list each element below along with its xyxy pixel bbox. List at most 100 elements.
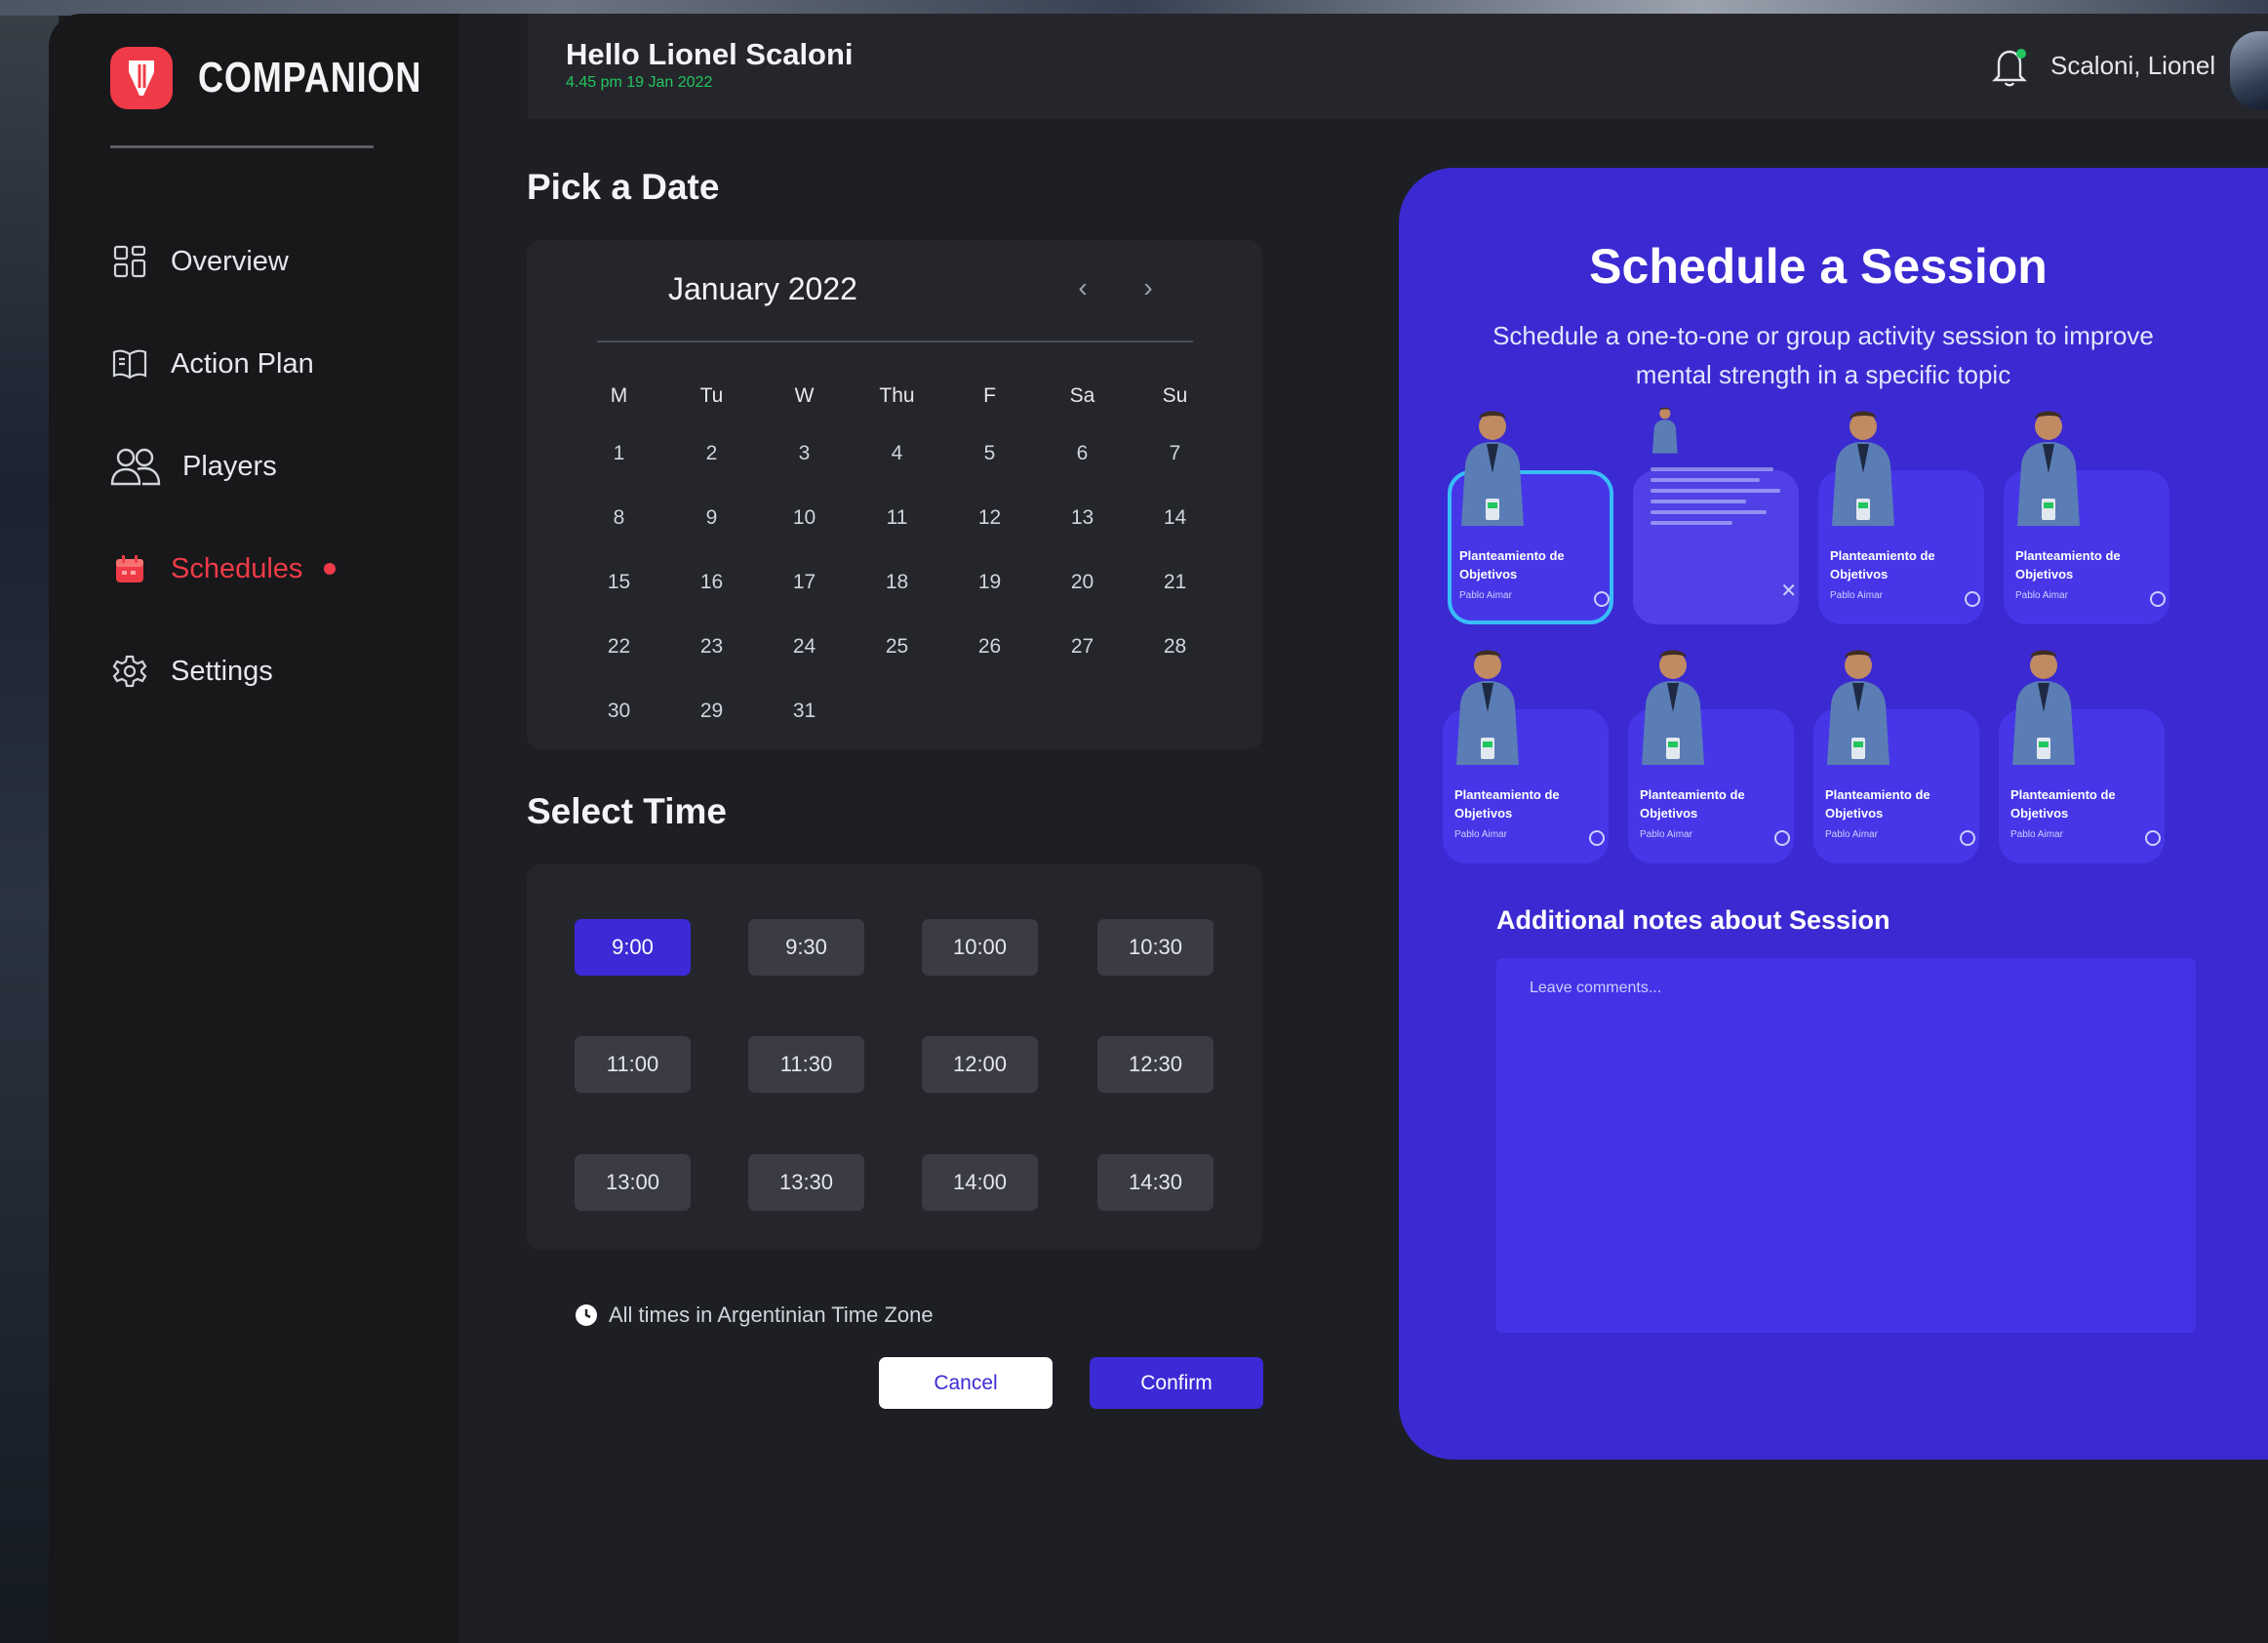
card-title: Planteamiento de Objetivos <box>1459 548 1565 581</box>
sidebar-item-schedules[interactable]: Schedules <box>110 541 337 596</box>
info-icon[interactable] <box>1774 830 1790 846</box>
info-icon[interactable] <box>1589 830 1605 846</box>
current-datetime: 4.45 pm 19 Jan 2022 <box>566 74 713 91</box>
greeting: Hello Lionel Scaloni <box>566 37 854 71</box>
calendar-day[interactable]: 23 <box>665 635 758 659</box>
top-header: Hello Lionel Scaloni 4.45 pm 19 Jan 2022… <box>528 14 2268 119</box>
notification-bell-icon[interactable] <box>1991 45 2030 88</box>
time-slot-button[interactable]: 12:00 <box>922 1036 1038 1093</box>
sidebar-item-players[interactable]: Players <box>110 439 336 494</box>
calendar-day[interactable]: 3 <box>758 442 851 465</box>
calendar-day[interactable]: 11 <box>851 506 943 530</box>
calendar-day[interactable]: 19 <box>943 571 1036 594</box>
time-slot-button[interactable]: 11:00 <box>575 1036 691 1093</box>
sidebar-item-settings[interactable]: Settings <box>110 644 336 699</box>
session-card[interactable]: Planteamiento de Objetivos Pablo Aimar <box>1818 405 2004 624</box>
session-card[interactable]: Planteamiento de Objetivos Pablo Aimar <box>1443 644 1628 863</box>
calendar-day[interactable]: 30 <box>573 700 665 723</box>
calendar-day[interactable]: 28 <box>1129 635 1221 659</box>
calendar-day[interactable]: 14 <box>1129 506 1221 530</box>
logo-divider <box>110 145 374 148</box>
calendar-day[interactable]: 17 <box>758 571 851 594</box>
session-card[interactable]: Planteamiento de Objetivos Pablo Aimar <box>1628 644 1813 863</box>
calendar-icon <box>110 549 149 588</box>
app-name: COMPANION <box>198 54 422 101</box>
calendar-day[interactable]: 29 <box>665 700 758 723</box>
time-slot-grid: 9:00 9:30 10:00 10:30 11:00 11:30 12:00 … <box>527 864 1262 1250</box>
weekday-row: M Tu W Thu F Sa Su <box>573 371 1221 421</box>
calendar-day[interactable]: 13 <box>1036 506 1129 530</box>
session-card[interactable]: Planteamiento de Objetivos Pablo Aimar <box>2004 405 2189 624</box>
info-icon[interactable] <box>1594 591 1610 607</box>
calendar-day[interactable]: 2 <box>665 442 758 465</box>
time-slot-button[interactable]: 11:30 <box>748 1036 864 1093</box>
session-card[interactable]: ✕ <box>1633 405 1818 624</box>
time-slot-button[interactable]: 10:00 <box>922 919 1038 976</box>
calendar-day[interactable]: 20 <box>1036 571 1129 594</box>
card-title: Planteamiento de Objetivos <box>1830 548 1935 581</box>
time-slot-button[interactable]: 10:30 <box>1097 919 1214 976</box>
time-slot-button[interactable]: 13:30 <box>748 1154 864 1211</box>
sidebar-item-overview[interactable]: Overview <box>110 234 336 289</box>
session-card[interactable]: Planteamiento de Objetivos Pablo Aimar <box>1448 405 1633 624</box>
sidebar-item-label: Players <box>182 450 277 482</box>
select-time-heading: Select Time <box>527 791 727 831</box>
chevron-left-icon[interactable]: ‹ <box>1068 273 1097 302</box>
session-card[interactable]: Planteamiento de Objetivos Pablo Aimar <box>1813 644 1999 863</box>
time-slot-button[interactable]: 14:00 <box>922 1154 1038 1211</box>
calendar-day[interactable]: 1 <box>573 442 665 465</box>
calendar-day[interactable]: 6 <box>1036 442 1129 465</box>
sidebar-item-action-plan[interactable]: Action Plan <box>110 337 336 391</box>
avatar[interactable] <box>2230 31 2268 109</box>
user-name[interactable]: Scaloni, Lionel <box>2050 51 2215 81</box>
calendar-day[interactable]: 15 <box>573 571 665 594</box>
card-title: Planteamiento de Objetivos <box>2015 548 2121 581</box>
confirm-button[interactable]: Confirm <box>1090 1357 1263 1409</box>
calendar-day[interactable]: 31 <box>758 700 851 723</box>
calendar-day[interactable]: 22 <box>573 635 665 659</box>
coach-avatar-icon <box>1652 407 1678 454</box>
calendar-day[interactable]: 7 <box>1129 442 1221 465</box>
time-slot-button[interactable]: 14:30 <box>1097 1154 1214 1211</box>
calendar-day[interactable]: 9 <box>665 506 758 530</box>
info-icon[interactable] <box>1960 830 1975 846</box>
calendar-day[interactable]: 24 <box>758 635 851 659</box>
chevron-right-icon[interactable]: › <box>1134 273 1163 302</box>
session-card[interactable]: Planteamiento de Objetivos Pablo Aimar <box>1999 644 2184 863</box>
calendar-day[interactable]: 12 <box>943 506 1036 530</box>
card-subtitle: Pablo Aimar <box>1830 590 1883 601</box>
calendar-day[interactable]: 10 <box>758 506 851 530</box>
calendar-day[interactable]: 26 <box>943 635 1036 659</box>
calendar-grid: M Tu W Thu F Sa Su 1 2 3 4 5 6 7 8 9 10 <box>573 371 1221 743</box>
close-icon[interactable]: ✕ <box>1780 579 1797 603</box>
cancel-button[interactable]: Cancel <box>879 1357 1053 1409</box>
calendar-day[interactable]: 4 <box>851 442 943 465</box>
pick-date-heading: Pick a Date <box>527 167 720 207</box>
calendar-day[interactable]: 27 <box>1036 635 1129 659</box>
info-icon[interactable] <box>2150 591 2166 607</box>
info-icon[interactable] <box>1965 591 1980 607</box>
card-description-lines <box>1651 467 1787 532</box>
weekday-label: Thu <box>879 384 915 407</box>
calendar-day[interactable]: 16 <box>665 571 758 594</box>
grid-icon <box>110 242 149 281</box>
notes-label: Additional notes about Session <box>1496 905 1890 935</box>
card-subtitle: Pablo Aimar <box>2010 829 2063 840</box>
calendar-day[interactable]: 18 <box>851 571 943 594</box>
weekday-label: Tu <box>699 384 724 407</box>
notes-textarea[interactable]: Leave comments... <box>1496 958 2196 1333</box>
card-subtitle: Pablo Aimar <box>1454 829 1507 840</box>
time-slot-button[interactable]: 9:30 <box>748 919 864 976</box>
calendar-day[interactable]: 21 <box>1129 571 1221 594</box>
coach-avatar-icon <box>1832 411 1894 526</box>
time-slot-button[interactable]: 12:30 <box>1097 1036 1214 1093</box>
calendar-day[interactable]: 5 <box>943 442 1036 465</box>
card-title: Planteamiento de Objetivos <box>2010 787 2116 821</box>
logo[interactable]: COMPANION <box>110 47 471 109</box>
info-icon[interactable] <box>2145 830 2161 846</box>
time-slot-button[interactable]: 13:00 <box>575 1154 691 1211</box>
timezone-note: All times in Argentinian Time Zone <box>575 1302 934 1328</box>
time-slot-button[interactable]: 9:00 <box>575 919 691 976</box>
calendar-day[interactable]: 8 <box>573 506 665 530</box>
calendar-day[interactable]: 25 <box>851 635 943 659</box>
